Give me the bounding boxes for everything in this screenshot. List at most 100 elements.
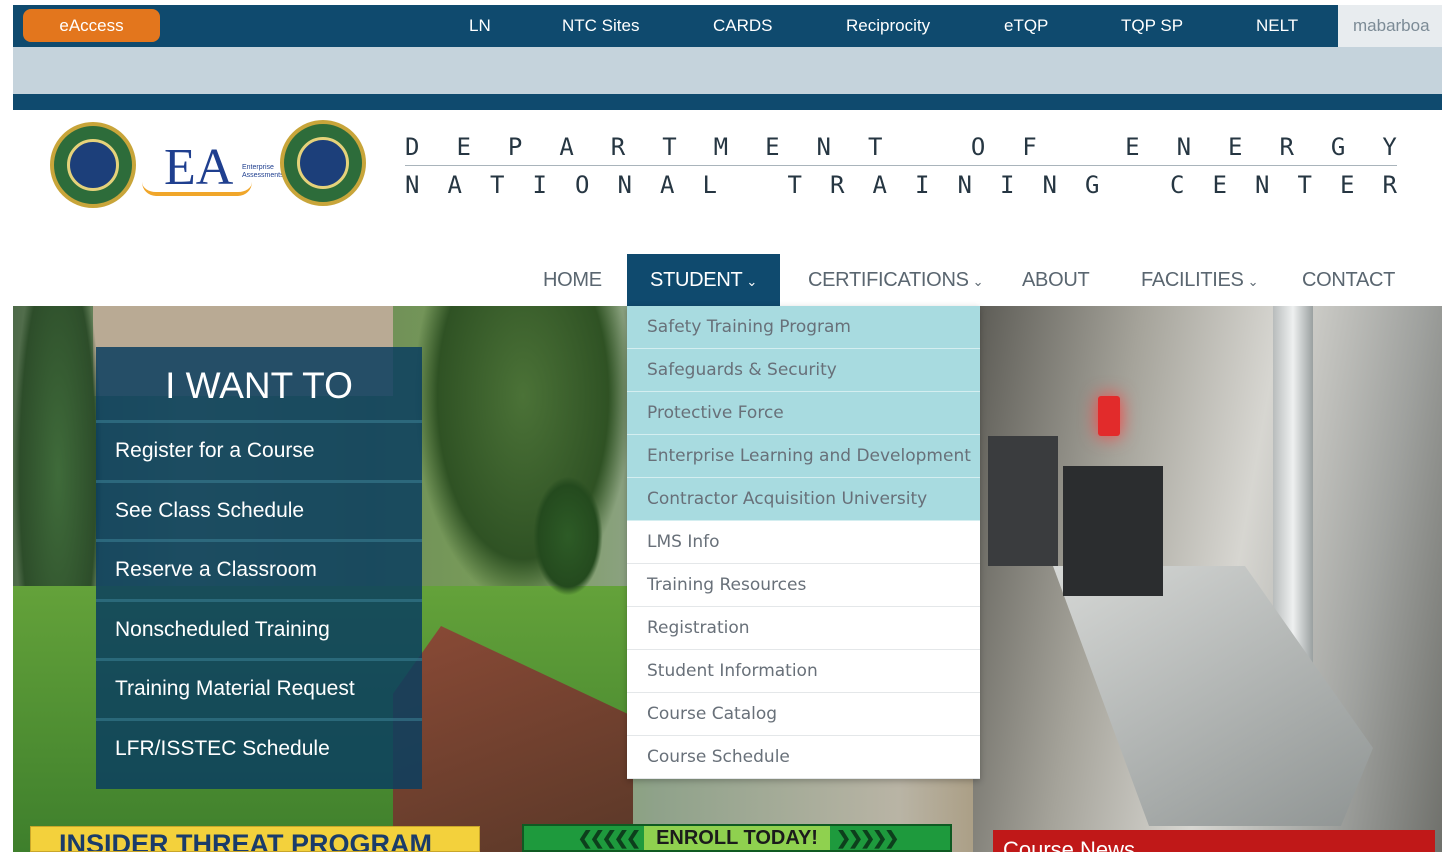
menu-item-training-resources[interactable]: Training Resources: [627, 564, 980, 607]
want-reserve-classroom[interactable]: Reserve a Classroom: [96, 539, 422, 595]
toplink-nelt[interactable]: NELT: [1256, 5, 1298, 47]
nav-student-label: STUDENT: [650, 269, 743, 291]
title-letter: N: [1255, 171, 1270, 199]
nav-certifications-label: CERTIFICATIONS: [808, 269, 969, 291]
site-title[interactable]: DEPARTMENT OF ENERGY NATIONAL TRAINING C…: [405, 130, 1397, 202]
title-letter: F: [1022, 133, 1037, 161]
menu-item-registration[interactable]: Registration: [627, 607, 980, 650]
course-news-header[interactable]: Course News: [993, 830, 1435, 852]
title-letter: G: [1330, 133, 1346, 161]
toplink-ntc-sites[interactable]: NTC Sites: [562, 5, 639, 47]
menu-item-student-information[interactable]: Student Information: [627, 650, 980, 693]
top-utility-bar: eAccess LN NTC Sites CARDS Reciprocity e…: [13, 5, 1442, 47]
nav-contact-label: CONTACT: [1302, 269, 1396, 291]
title-letter: [1074, 130, 1088, 164]
title-letter: E: [1212, 171, 1227, 199]
toplink-cards[interactable]: CARDS: [713, 5, 773, 47]
logo-group[interactable]: EA Enterprise Assessments: [50, 120, 370, 210]
title-letter: D: [405, 133, 420, 161]
ea-logo: EA Enterprise Assessments: [142, 130, 284, 200]
nav-certifications[interactable]: CERTIFICATIONS ⌄: [808, 254, 984, 306]
title-letter: I: [1000, 171, 1015, 199]
title-letter: [919, 130, 933, 164]
title-letter: E: [765, 133, 780, 161]
title-letter: E: [1228, 133, 1243, 161]
menu-item-course-schedule[interactable]: Course Schedule: [627, 736, 980, 779]
title-letter: N: [1042, 171, 1057, 199]
title-letter: N: [617, 171, 632, 199]
title-letter: A: [559, 133, 574, 161]
toplink-tqp-sp[interactable]: TQP SP: [1121, 5, 1183, 47]
title-letter: R: [1279, 133, 1294, 161]
toplink-ln[interactable]: LN: [469, 5, 491, 47]
enroll-today-banner[interactable]: ❮❮❮❮❮ ENROLL TODAY! ❯❯❯❯❯: [522, 824, 952, 852]
title-letter: E: [456, 133, 471, 161]
ntc-seal-icon: [280, 120, 366, 206]
nav-about[interactable]: ABOUT: [1022, 254, 1090, 306]
menu-item-protective-force[interactable]: Protective Force: [627, 392, 980, 435]
nav-home-label: HOME: [543, 269, 602, 291]
menu-item-safeguards-security[interactable]: Safeguards & Security: [627, 349, 980, 392]
title-letter: M: [713, 133, 729, 161]
title-letter: O: [575, 171, 590, 199]
sub-bar: [13, 47, 1442, 94]
title-letter: T: [490, 171, 505, 199]
want-class-schedule[interactable]: See Class Schedule: [96, 480, 422, 536]
i-want-to-title: I WANT TO: [165, 365, 353, 406]
toplink-etqp[interactable]: eTQP: [1004, 5, 1048, 47]
title-letter: T: [867, 133, 883, 161]
divider-bar: [13, 94, 1442, 110]
nav-student[interactable]: STUDENT ⌄: [627, 254, 780, 306]
user-account[interactable]: mabarboa: [1338, 5, 1442, 47]
chevron-down-icon: ⌄: [1247, 274, 1259, 289]
title-letter: [745, 168, 759, 202]
title-letter: A: [447, 171, 462, 199]
title-letter: R: [1382, 171, 1397, 199]
title-letter: L: [702, 171, 717, 199]
hero-control-box: [988, 436, 1058, 566]
hero-shrub: [533, 476, 603, 596]
title-letter: T: [662, 133, 677, 161]
nav-contact[interactable]: CONTACT: [1302, 254, 1395, 306]
want-register-course[interactable]: Register for a Course: [96, 420, 422, 476]
title-line-2: NATIONAL TRAINING CENTER: [405, 168, 1397, 202]
nav-facilities-label: FACILITIES: [1141, 269, 1244, 291]
student-dropdown-menu: Safety Training Program Safeguards & Sec…: [627, 306, 980, 779]
enroll-today-label: ENROLL TODAY!: [644, 826, 830, 850]
toplink-reciprocity[interactable]: Reciprocity: [846, 5, 930, 47]
menu-item-contractor-acquisition[interactable]: Contractor Acquisition University: [627, 478, 980, 521]
title-line-1: DEPARTMENT OF ENERGY: [405, 130, 1397, 164]
title-letter: N: [957, 171, 972, 199]
title-letter: A: [660, 171, 675, 199]
nav-facilities[interactable]: FACILITIES ⌄: [1141, 254, 1258, 306]
hero-control-box: [1063, 466, 1163, 596]
menu-item-enterprise-learning[interactable]: Enterprise Learning and Development: [627, 435, 980, 478]
title-letter: A: [872, 171, 887, 199]
nav-about-label: ABOUT: [1022, 269, 1090, 291]
chevron-down-icon: ⌄: [746, 274, 757, 289]
title-rule: [405, 165, 1397, 166]
title-letter: R: [830, 171, 845, 199]
title-letter: Y: [1382, 133, 1397, 161]
chevron-down-icon: ⌄: [972, 274, 984, 289]
title-letter: [1128, 168, 1142, 202]
title-letter: E: [1125, 133, 1140, 161]
insider-threat-banner[interactable]: INSIDER THREAT PROGRAM: [30, 826, 480, 852]
want-material-request[interactable]: Training Material Request: [96, 658, 422, 714]
title-letter: R: [610, 133, 626, 161]
want-nonscheduled-training[interactable]: Nonscheduled Training: [96, 599, 422, 655]
doe-seal-icon: [50, 122, 136, 208]
arrows-left-icon: ❮❮❮❮❮: [577, 827, 641, 848]
menu-item-course-catalog[interactable]: Course Catalog: [627, 693, 980, 736]
title-letter: C: [1170, 171, 1185, 199]
eaccess-button[interactable]: eAccess: [23, 9, 160, 42]
menu-item-safety-training[interactable]: Safety Training Program: [627, 306, 980, 349]
i-want-to-panel: I WANT TO Register for a Course See Clas…: [96, 347, 422, 789]
title-letter: T: [1297, 171, 1312, 199]
nav-home[interactable]: HOME: [543, 254, 602, 306]
ea-logo-subtext: Enterprise Assessments: [242, 164, 284, 179]
title-letter: E: [1340, 171, 1355, 199]
want-lfr-isstec-schedule[interactable]: LFR/ISSTEC Schedule: [96, 718, 422, 774]
title-letter: O: [970, 133, 986, 161]
menu-item-lms-info[interactable]: LMS Info: [627, 521, 980, 564]
